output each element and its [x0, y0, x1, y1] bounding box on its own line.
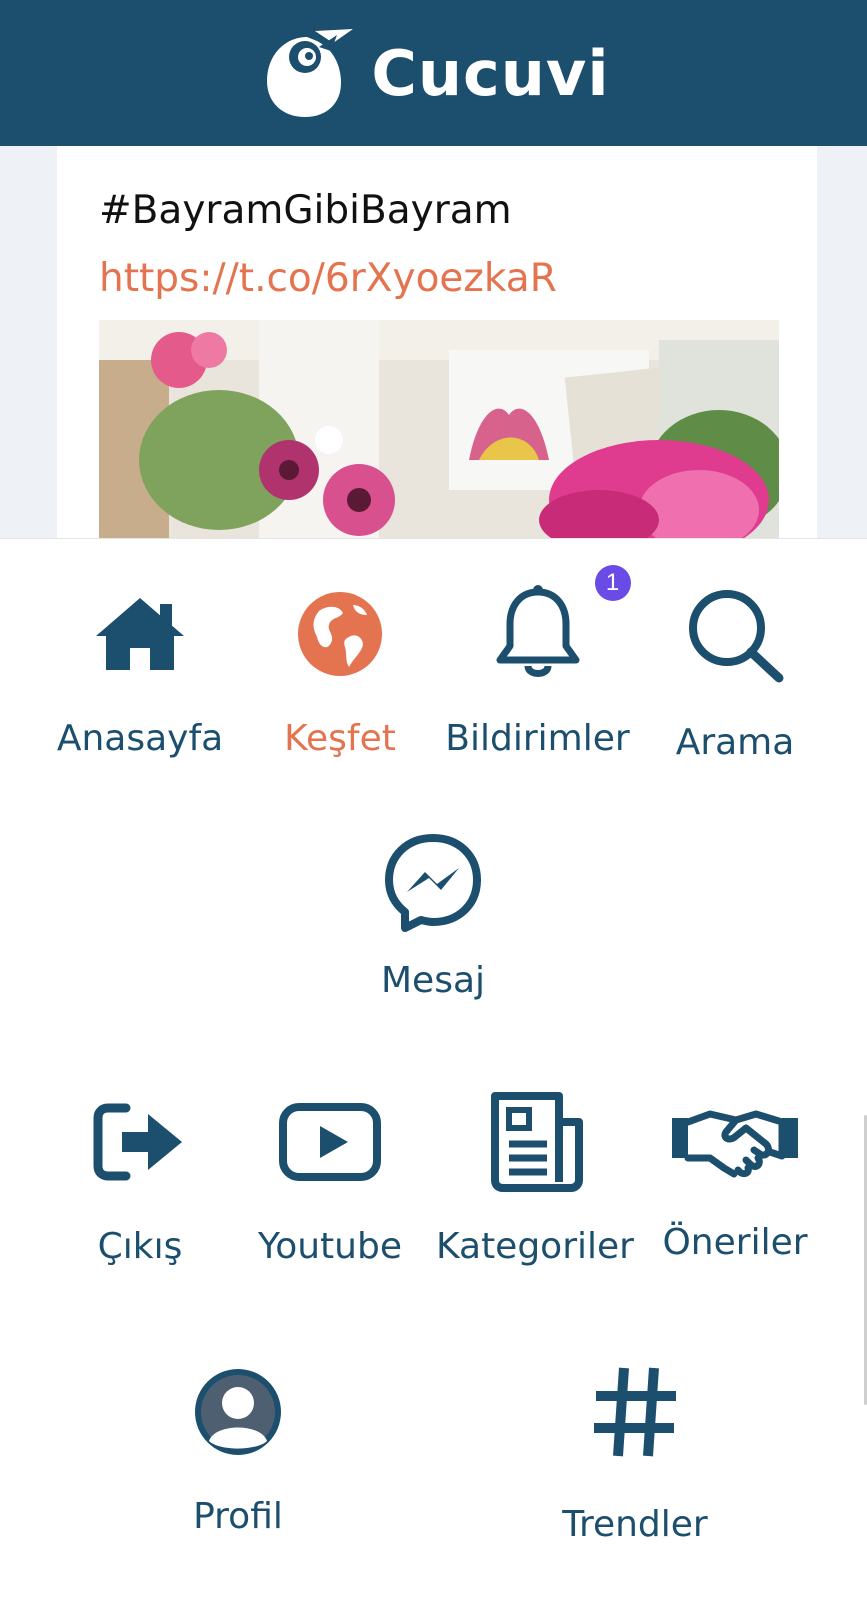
- user-avatar-icon: [195, 1369, 281, 1455]
- menu-item-logout[interactable]: Çıkış: [40, 1087, 240, 1268]
- post-link[interactable]: https://t.co/6rXyoezkaR: [99, 256, 557, 301]
- menu-item-youtube[interactable]: Youtube: [230, 1087, 430, 1268]
- menu-label-search: Arama: [675, 722, 795, 763]
- menu-label-home: Anasayfa: [56, 718, 224, 759]
- menu-label-explore: Keşfet: [284, 718, 396, 759]
- menu-item-categories[interactable]: Kategoriler: [425, 1087, 645, 1268]
- home-icon: [96, 598, 184, 670]
- menu-item-messages[interactable]: Mesaj: [333, 827, 533, 1002]
- brand-logo[interactable]: Cucuvi: [257, 25, 609, 121]
- search-icon: [689, 590, 784, 683]
- menu-item-suggestions[interactable]: Öneriler: [645, 1087, 825, 1264]
- menu-label-logout: Çıkış: [97, 1226, 183, 1267]
- menu-label-notifications: Bildirimler: [445, 718, 630, 759]
- app-header: Cucuvi: [0, 0, 867, 146]
- menu-label-suggestions: Öneriler: [662, 1222, 808, 1263]
- menu-item-profile[interactable]: Profil: [138, 1357, 338, 1538]
- brand-name: Cucuvi: [371, 36, 610, 110]
- menu-item-trends[interactable]: Trendler: [535, 1357, 735, 1546]
- post-card[interactable]: #BayramGibiBayram https://t.co/6rXyoezka…: [57, 146, 817, 538]
- menu-label-profile: Profil: [193, 1496, 283, 1537]
- owl-logo-icon: [267, 29, 354, 117]
- bell-icon: [496, 585, 579, 677]
- flowers-photo: [99, 320, 779, 538]
- menu-label-categories: Kategoriler: [436, 1226, 634, 1267]
- sign-out-icon: [93, 1103, 182, 1181]
- navigation-menu-sheet: Anasayfa Keşfet 1 Bildirimler Arama Mesa…: [0, 538, 867, 1600]
- menu-item-explore[interactable]: Keşfet: [240, 579, 440, 760]
- post-image[interactable]: [99, 320, 779, 538]
- menu-item-search[interactable]: Arama: [640, 579, 830, 764]
- menu-item-home[interactable]: Anasayfa: [40, 579, 240, 760]
- post-text: #BayramGibiBayram: [99, 188, 512, 233]
- hashtag-icon: [594, 1367, 676, 1457]
- menu-label-trends: Trendler: [562, 1504, 708, 1545]
- globe-icon: [298, 592, 382, 676]
- messenger-icon: [385, 834, 481, 932]
- youtube-icon: [279, 1103, 381, 1181]
- menu-label-youtube: Youtube: [258, 1226, 402, 1267]
- menu-label-messages: Mesaj: [380, 960, 486, 1001]
- notification-badge: 1: [594, 565, 631, 601]
- newspaper-icon: [491, 1092, 583, 1192]
- handshake-icon: [672, 1110, 798, 1178]
- menu-item-notifications[interactable]: 1 Bildirimler: [430, 565, 645, 760]
